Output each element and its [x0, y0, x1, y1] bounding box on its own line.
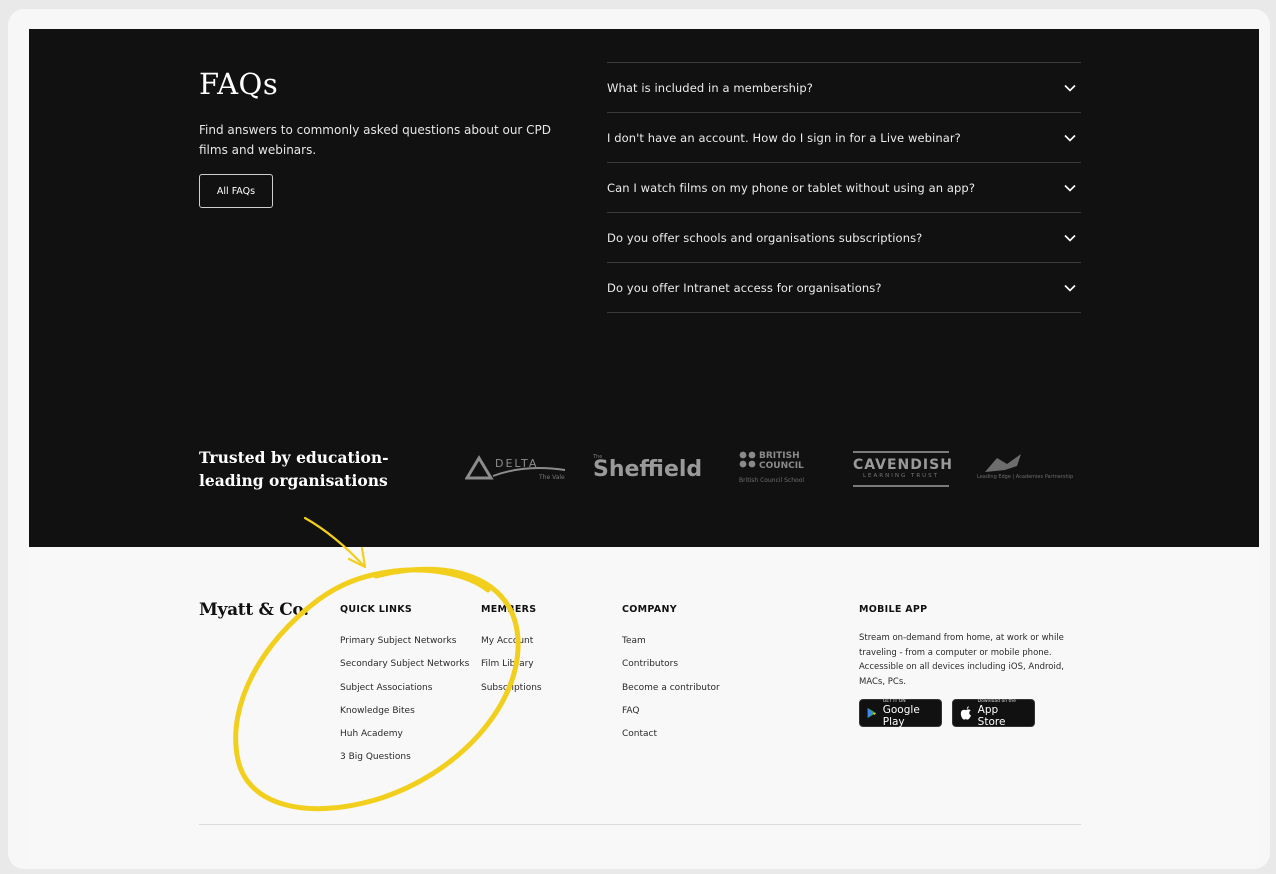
footer-link-primary-subject-networks[interactable]: Primary Subject Networks [340, 634, 469, 657]
faq-description: Find answers to commonly asked questions… [199, 123, 552, 157]
leading-edge-logo-text: Leading Edge | Academies Partnership [977, 474, 1074, 480]
chevron-down-icon [1064, 234, 1076, 242]
app-store-big-text: App Store [977, 703, 1006, 728]
faq-section: FAQs Find answers to commonly asked ques… [29, 29, 1259, 547]
google-play-button[interactable]: GET IT ON Google Play [859, 699, 942, 728]
quick-links-heading: QUICK LINKS [340, 604, 413, 615]
faq-question: Can I watch films on my phone or tablet … [607, 180, 976, 195]
faq-item[interactable]: What is included in a membership? [607, 63, 1081, 113]
apple-icon [960, 706, 971, 720]
site-footer: Myatt & Co. QUICK LINKS Primary Subject … [29, 547, 1259, 863]
quick-links-list: Primary Subject Networks Secondary Subje… [340, 634, 469, 774]
faq-question: What is included in a membership? [607, 80, 813, 95]
faq-question: Do you offer Intranet access for organis… [607, 280, 882, 295]
footer-link-secondary-subject-networks[interactable]: Secondary Subject Networks [340, 657, 469, 680]
sheffield-logo-pretext: The [593, 454, 603, 460]
footer-link-my-account[interactable]: My Account [481, 634, 542, 657]
faq-item[interactable]: Can I watch films on my phone or tablet … [607, 163, 1081, 213]
chevron-down-icon [1064, 184, 1076, 192]
footer-link-subject-associations[interactable]: Subject Associations [340, 681, 469, 704]
faq-item[interactable]: I don't have an account. How do I sign i… [607, 113, 1081, 163]
footer-brand-logo[interactable]: Myatt & Co. [199, 600, 309, 620]
cavendish-logo: CAVENDISH LEARNING TRUST [853, 451, 953, 487]
british-council-subtext: British Council School [739, 477, 805, 484]
leading-edge-logo: Leading Edge | Academies Partnership [977, 452, 1077, 484]
cavendish-logo-subtext: LEARNING TRUST [862, 473, 940, 479]
footer-link-faq[interactable]: FAQ [622, 704, 720, 727]
faq-item[interactable]: Do you offer schools and organisations s… [607, 213, 1081, 263]
faq-item[interactable]: Do you offer Intranet access for organis… [607, 263, 1081, 313]
footer-link-team[interactable]: Team [622, 634, 720, 657]
page-frame: FAQs Find answers to commonly asked ques… [8, 9, 1270, 869]
footer-divider [199, 824, 1081, 825]
footer-link-huh-academy[interactable]: Huh Academy [340, 727, 469, 750]
footer-link-become-a-contributor[interactable]: Become a contributor [622, 681, 720, 704]
british-council-dots-icon [739, 451, 756, 468]
footer-link-film-library[interactable]: Film Library [481, 657, 542, 680]
footer-link-contributors[interactable]: Contributors [622, 657, 720, 680]
bc-line1: BRITISH [759, 451, 800, 461]
footer-link-subscriptions[interactable]: Subscriptions [481, 681, 542, 704]
mobile-app-heading: MOBILE APP [859, 604, 928, 615]
sheffield-logo-text: Sheffield [593, 457, 703, 482]
faq-title: FAQs [199, 67, 279, 101]
chevron-down-icon [1064, 284, 1076, 292]
company-heading: COMPANY [622, 604, 677, 615]
faq-question: Do you offer schools and organisations s… [607, 230, 923, 245]
chevron-down-icon [1064, 84, 1076, 92]
british-council-logo: BRITISH COUNCIL British Council School [739, 449, 809, 489]
footer-link-knowledge-bites[interactable]: Knowledge Bites [340, 704, 469, 727]
chevron-down-icon [1064, 134, 1076, 142]
google-play-big-text: Google Play [882, 703, 920, 728]
bc-line2: COUNCIL [759, 461, 804, 471]
all-faqs-button[interactable]: All FAQs [199, 174, 273, 208]
google-play-icon [867, 707, 877, 719]
cavendish-logo-text: CAVENDISH [853, 457, 953, 473]
delta-logo-text: DELTA [495, 457, 539, 470]
british-council-text: BRITISH COUNCIL [759, 451, 804, 471]
delta-logo: DELTA The Vale [464, 454, 569, 486]
google-play-label: GET IT ON Google Play [883, 699, 935, 728]
footer-link-3-big-questions[interactable]: 3 Big Questions [340, 750, 469, 773]
faq-question: I don't have an account. How do I sign i… [607, 130, 961, 145]
members-heading: MEMBERS [481, 604, 537, 615]
delta-logo-subtext: The Vale [539, 474, 565, 481]
app-store-button[interactable]: Download on the App Store [952, 699, 1035, 728]
trusted-heading: Trusted by education-leading organisatio… [199, 448, 389, 490]
faq-accordion: What is included in a membership? I don'… [607, 62, 1081, 313]
mobile-app-description: Stream on-demand from home, at work or w… [859, 633, 1064, 687]
members-list: My Account Film Library Subscriptions [481, 634, 542, 704]
footer-link-contact[interactable]: Contact [622, 727, 720, 750]
leading-edge-mark-icon [985, 454, 1021, 472]
app-store-label: Download on the App Store [978, 699, 1028, 728]
sheffield-logo: The Sheffield [593, 454, 703, 482]
company-list: Team Contributors Become a contributor F… [622, 634, 720, 750]
